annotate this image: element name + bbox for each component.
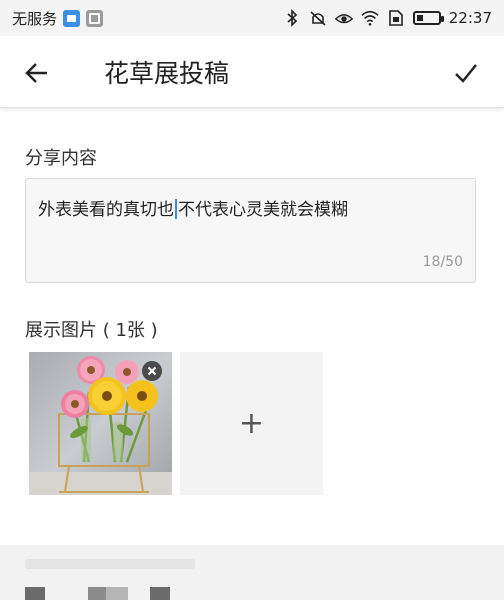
notification-blue-icon bbox=[63, 9, 81, 27]
sim-icon bbox=[387, 9, 405, 27]
status-bar: 无服务 22:37 bbox=[0, 0, 504, 36]
remove-image-button[interactable] bbox=[142, 361, 162, 381]
clock-text: 22:37 bbox=[448, 9, 492, 27]
app-bar: 花草展投稿 bbox=[0, 36, 504, 108]
close-icon bbox=[147, 366, 157, 376]
bottom-panel bbox=[0, 545, 504, 600]
char-counter: 18/50 bbox=[422, 254, 463, 270]
battery-level bbox=[416, 15, 423, 21]
share-content-text: 外表美看的真切也 不代表心灵美就会模糊 bbox=[38, 195, 348, 220]
battery-icon bbox=[412, 11, 444, 25]
text-before-cursor: 外表美看的真切也 bbox=[38, 200, 174, 220]
status-left: 无服务 bbox=[12, 8, 104, 29]
plus-icon: + bbox=[238, 405, 265, 441]
check-icon bbox=[455, 64, 477, 83]
bluetooth-icon bbox=[283, 9, 301, 27]
share-content-input[interactable]: 外表美看的真切也 不代表心灵美就会模糊 18/50 bbox=[25, 178, 476, 283]
bottom-pixel-block bbox=[106, 587, 128, 600]
display-images-label: 展示图片 ( 1张 ) bbox=[25, 320, 158, 341]
mute-icon bbox=[309, 9, 327, 27]
carrier-text: 无服务 bbox=[12, 9, 58, 28]
status-right: 22:37 bbox=[283, 9, 492, 27]
bottom-panel-placeholder bbox=[25, 559, 195, 569]
share-content-label: 分享内容 bbox=[25, 148, 97, 169]
wifi-icon bbox=[361, 9, 379, 27]
bottom-pixel-block bbox=[150, 587, 170, 600]
bottom-pixel-block bbox=[88, 587, 106, 600]
eye-icon bbox=[334, 9, 353, 27]
bottom-pixel-block bbox=[25, 587, 45, 600]
text-cursor bbox=[175, 199, 177, 219]
submit-button[interactable] bbox=[450, 57, 482, 89]
add-image-button[interactable]: + bbox=[180, 352, 323, 495]
back-button[interactable] bbox=[22, 58, 52, 88]
arrow-left-icon bbox=[25, 63, 47, 83]
text-after-cursor: 不代表心灵美就会模糊 bbox=[178, 200, 348, 220]
notification-gray-icon bbox=[86, 9, 104, 27]
page-title: 花草展投稿 bbox=[104, 59, 230, 88]
